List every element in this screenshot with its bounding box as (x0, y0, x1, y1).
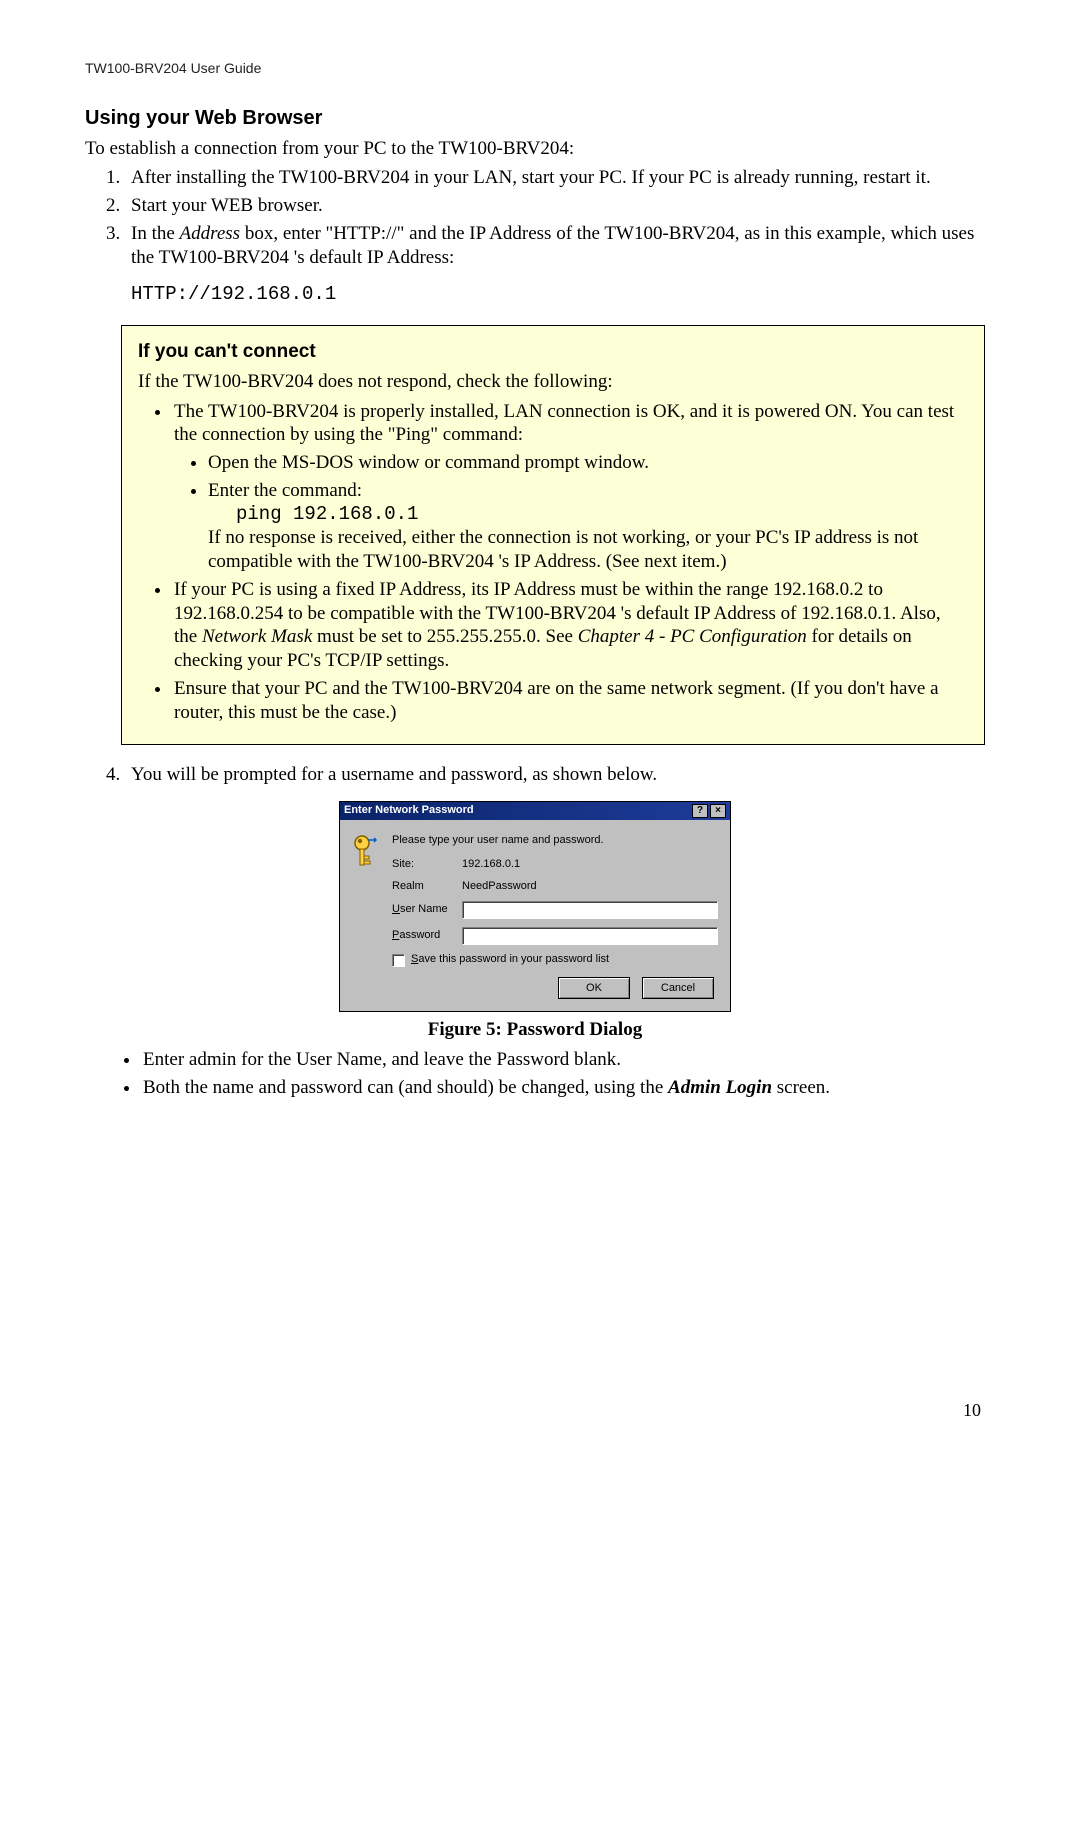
callout-sub-bullets: Open the MS-DOS window or command prompt… (174, 451, 968, 574)
callout-box: If you can't connect If the TW100-BRV204… (121, 325, 985, 745)
post-b2a: Both the name and password can (and shou… (143, 1077, 668, 1098)
password-dialog: Enter Network Password ? × (339, 801, 731, 1012)
intro-text: To establish a connection from your PC t… (85, 137, 985, 161)
post-b2: Both the name and password can (and shou… (141, 1076, 985, 1100)
dialog-prompt: Please type your user name and password. (392, 834, 718, 848)
callout-sub2b: If no response is received, either the c… (208, 527, 918, 572)
password-label: Password (392, 929, 462, 943)
post-b2b: screen. (772, 1077, 830, 1098)
admin-login: Admin Login (668, 1077, 772, 1098)
address-word: Address (180, 223, 241, 244)
site-label: Site: (392, 858, 462, 872)
ping-code: ping 192.168.0.1 (236, 503, 968, 527)
dialog-buttons: OK Cancel (392, 977, 714, 999)
save-password-checkbox[interactable] (392, 954, 405, 967)
step-3: In the Address box, enter "HTTP://" and … (125, 222, 985, 270)
callout-sub2a: Enter the command: (208, 480, 362, 501)
post-b1: Enter admin for the User Name, and leave… (141, 1048, 985, 1072)
document-page: TW100-BRV204 User Guide Using your Web B… (5, 0, 1075, 1800)
callout-intro: If the TW100-BRV204 does not respond, ch… (138, 370, 968, 394)
save-password-row: Save this password in your password list (392, 953, 718, 967)
step-2-text: Start your WEB browser. (131, 195, 323, 216)
key-icon (352, 834, 382, 999)
network-mask: Network Mask (202, 626, 312, 647)
callout-b3: Ensure that your PC and the TW100-BRV204… (172, 677, 968, 725)
cancel-button[interactable]: Cancel (642, 977, 714, 999)
help-icon[interactable]: ? (692, 804, 708, 818)
callout-title: If you can't connect (138, 340, 968, 364)
dialog-title: Enter Network Password (344, 804, 474, 818)
post-bullets: Enter admin for the User Name, and leave… (85, 1048, 985, 1100)
callout-b1: The TW100-BRV204 is properly installed, … (172, 400, 968, 574)
dialog-content: Please type your user name and password.… (392, 834, 718, 999)
callout-sub2: Enter the command: ping 192.168.0.1 If n… (208, 479, 968, 574)
page-number: 10 (85, 1399, 985, 1422)
chapter-ref: Chapter 4 - PC Configuration (578, 626, 807, 647)
ok-button[interactable]: OK (558, 977, 630, 999)
realm-label: Realm (392, 880, 462, 894)
username-input[interactable] (462, 901, 718, 919)
step-1: After installing the TW100-BRV204 in you… (125, 166, 985, 190)
doc-header: TW100-BRV204 User Guide (85, 60, 985, 78)
callout-sub1: Open the MS-DOS window or command prompt… (208, 451, 968, 475)
figure-caption: Figure 5: Password Dialog (85, 1018, 985, 1042)
callout-b2: If your PC is using a fixed IP Address, … (172, 578, 968, 673)
save-password-label: Save this password in your password list (411, 953, 609, 967)
step-1-text: After installing the TW100-BRV204 in you… (131, 167, 931, 188)
step-4-text: You will be prompted for a username and … (131, 764, 657, 785)
step-4: You will be prompted for a username and … (125, 763, 985, 787)
dialog-figure: Enter Network Password ? × (85, 801, 985, 1012)
steps-list-cont: You will be prompted for a username and … (85, 763, 985, 787)
callout-bullets: The TW100-BRV204 is properly installed, … (138, 400, 968, 725)
dialog-titlebar: Enter Network Password ? × (340, 802, 730, 820)
site-value: 192.168.0.1 (462, 858, 718, 872)
callout-b1-text: The TW100-BRV204 is properly installed, … (174, 401, 954, 446)
step-3a: In the (131, 223, 180, 244)
section-title: Using your Web Browser (85, 106, 985, 131)
username-label: User Name (392, 903, 462, 917)
realm-value: NeedPassword (462, 880, 718, 894)
close-icon[interactable]: × (710, 804, 726, 818)
password-input[interactable] (462, 927, 718, 945)
titlebar-controls: ? × (692, 804, 726, 818)
steps-list: After installing the TW100-BRV204 in you… (85, 166, 985, 269)
callout-b2b: must be set to 255.255.255.0. See (312, 626, 577, 647)
step-3b: box, enter "HTTP://" and the IP Address … (131, 223, 974, 268)
step-2: Start your WEB browser. (125, 194, 985, 218)
dialog-body: Please type your user name and password.… (340, 820, 730, 1011)
http-code: HTTP://192.168.0.1 (131, 283, 985, 307)
